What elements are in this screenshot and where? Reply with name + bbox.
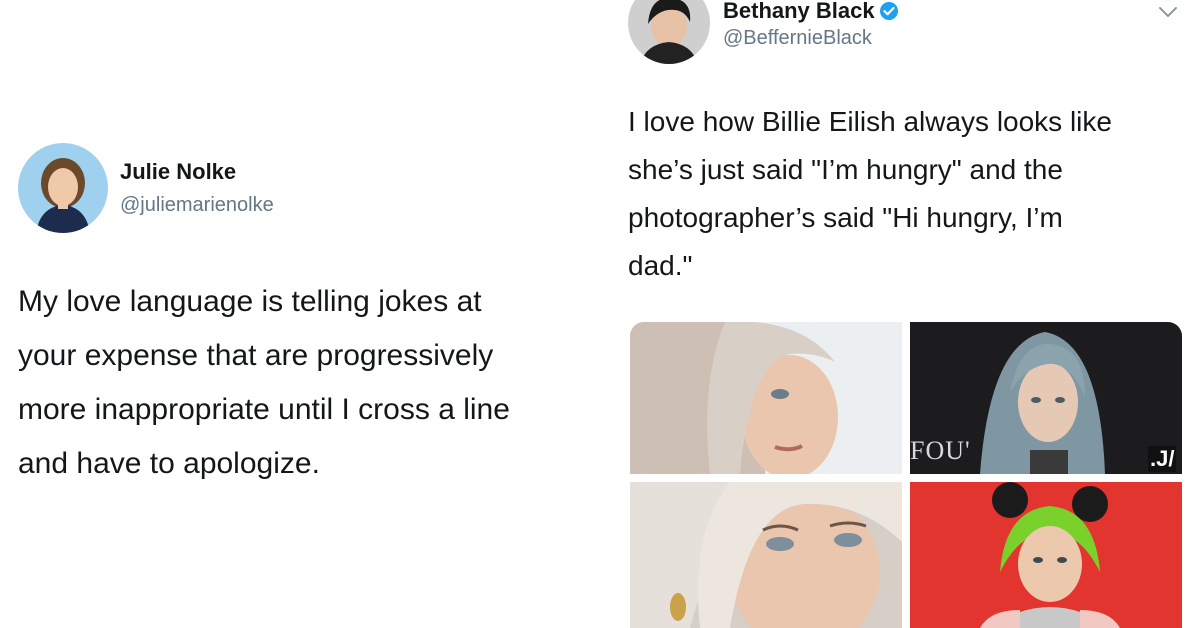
photo-overlay-text: FOU' [910, 436, 971, 465]
photo-overlay-text: .J/ [1148, 446, 1177, 472]
tweet-photo-grid[interactable]: FOU' .J/ [630, 322, 1182, 628]
avatar-julie-nolke[interactable] [18, 143, 108, 233]
user-handle[interactable]: @BeffernieBlack [723, 27, 872, 50]
photo-bottom-left[interactable] [630, 482, 902, 628]
tweet-text-line: dad." [628, 250, 693, 281]
tweet-text-line: I love how Billie Eilish always looks li… [628, 106, 1112, 137]
display-name[interactable]: Bethany Black [723, 0, 899, 27]
tweet-julie-nolke: Julie Nolke @juliemarienolke My love lan… [0, 0, 610, 628]
tweet-text-line: My love language is telling jokes at [18, 285, 482, 318]
tweet-text-line: your expense that are progressively [18, 339, 494, 372]
avatar-bethany-black[interactable] [628, 0, 710, 64]
photo-bottom-right[interactable] [910, 482, 1182, 628]
tweet-bethany-black: Bethany Black @BeffernieBlack I love how… [610, 0, 1200, 628]
tweet-text: I love how Billie Eilish always looks li… [628, 98, 1112, 290]
photo-top-right[interactable]: FOU' .J/ [910, 322, 1182, 474]
photo-top-left[interactable] [630, 322, 902, 474]
display-name[interactable]: Julie Nolke [120, 159, 236, 185]
tweet-text-line: more inappropriate until I cross a line [18, 393, 510, 426]
tweet-text-line: she’s just said "I’m hungry" and the [628, 154, 1063, 185]
tweet-text: My love language is telling jokes at you… [18, 275, 510, 491]
tweet-text-line: and have to apologize. [18, 447, 320, 480]
verified-badge-icon [879, 1, 899, 27]
display-name-text: Bethany Black [723, 0, 875, 23]
user-handle[interactable]: @juliemarienolke [120, 194, 274, 217]
chevron-down-icon[interactable] [1156, 4, 1180, 20]
tweet-text-line: photographer’s said "Hi hungry, I’m [628, 202, 1063, 233]
